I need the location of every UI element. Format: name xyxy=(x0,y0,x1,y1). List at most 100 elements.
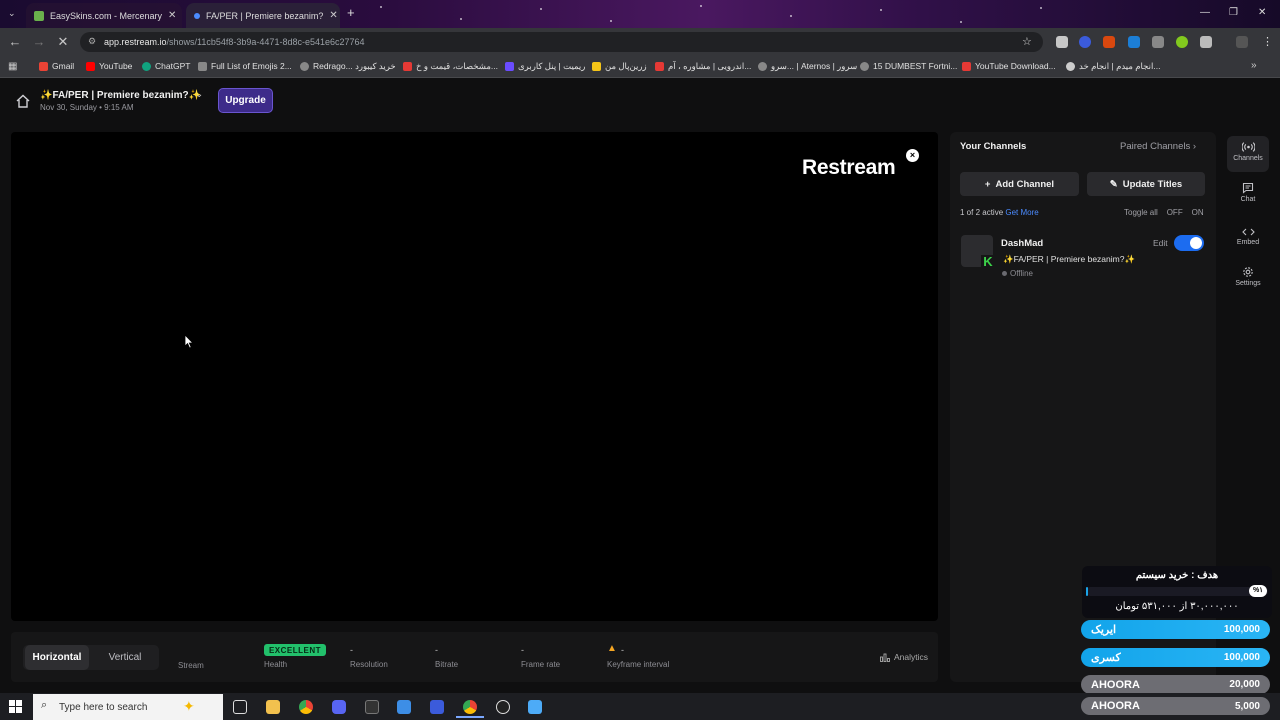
app-icon[interactable] xyxy=(430,700,444,714)
code-icon xyxy=(1241,228,1255,236)
bookmark-zarinpal[interactable]: زرین‌پال من xyxy=(592,61,647,72)
profile-icon[interactable] xyxy=(1236,36,1248,48)
donor-row: AHOORA 20,000 xyxy=(1081,675,1270,694)
stat-bitrate-value: - xyxy=(435,645,438,655)
add-channel-button[interactable]: + Add Channel xyxy=(960,172,1079,196)
extension-icon[interactable] xyxy=(1056,36,1068,48)
sidenav-item-channels[interactable]: Channels xyxy=(1224,141,1272,162)
tab-close-icon[interactable]: ✕ xyxy=(329,10,337,21)
site-info-icon[interactable]: ⚙ xyxy=(88,36,96,47)
bookmark-star-icon[interactable]: ☆ xyxy=(1022,35,1032,48)
donation-amount: ۳۰,۰۰۰,۰۰۰ از ۵۳۱,۰۰۰ تومان xyxy=(1115,601,1239,612)
channel-stream-title: ✨FA/PER | Premiere bezanim?✨ xyxy=(1003,254,1136,264)
horizontal-button[interactable]: Horizontal xyxy=(25,645,89,670)
tab-title: FA/PER | Premiere bezanim? xyxy=(206,10,324,21)
bookmark-android[interactable]: اندرویی | مشاوره ، آم... xyxy=(655,61,751,72)
bookmark-youtube[interactable]: YouTube xyxy=(86,61,132,71)
close-logo-button[interactable]: × xyxy=(906,149,919,162)
donation-progress-bar xyxy=(1086,587,1268,596)
chrome-active-icon[interactable] xyxy=(463,700,477,714)
channel-status-text: Offline xyxy=(1010,269,1033,278)
extensions-puzzle-icon[interactable] xyxy=(1200,36,1212,48)
bookmark-aternos[interactable]: سرو... | Aternos | سرور xyxy=(758,61,857,72)
extension-icon[interactable] xyxy=(1103,36,1115,48)
warning-icon: ▲ xyxy=(607,643,617,654)
close-window-button[interactable]: ✕ xyxy=(1258,7,1266,18)
paired-channels-link[interactable]: Paired Channels › xyxy=(1120,141,1196,152)
bookmark-fortnite[interactable]: 15 DUMBEST Fortni... xyxy=(860,61,957,71)
youtube-icon xyxy=(86,61,95,71)
sidenav-item-embed[interactable]: Embed xyxy=(1224,227,1272,246)
bookmark-gmail[interactable]: Gmail xyxy=(39,61,74,71)
tab-search-chevron-icon[interactable]: ⌄ xyxy=(8,8,16,19)
new-tab-button[interactable]: + xyxy=(347,5,355,20)
bookmark-remit[interactable]: ریمیت | پنل کاربری xyxy=(505,61,585,72)
extension-icon[interactable] xyxy=(1152,36,1164,48)
home-icon[interactable] xyxy=(15,93,31,109)
stat-keyframe-value: - xyxy=(621,645,624,655)
tab-close-icon[interactable]: ✕ xyxy=(168,10,176,21)
maximize-button[interactable]: ❐ xyxy=(1229,7,1238,18)
stat-framerate-value: - xyxy=(521,645,524,655)
tab-restream[interactable]: FA/PER | Premiere bezanim? ✕ xyxy=(186,3,340,28)
donation-goal-title: هدف : خرید سیستم xyxy=(1135,570,1219,581)
channel-toggle[interactable] xyxy=(1174,235,1204,251)
task-view-icon[interactable] xyxy=(233,700,247,714)
zarinpal-icon xyxy=(592,62,601,71)
bookmark-emojis[interactable]: Full List of Emojis 2... xyxy=(198,61,292,71)
sidenav-label: Embed xyxy=(1236,239,1260,246)
donor-name: ایریک xyxy=(1091,624,1117,636)
sidenav-item-settings[interactable]: Settings xyxy=(1224,266,1272,287)
file-explorer-icon[interactable] xyxy=(266,700,280,714)
apps-grid-icon[interactable]: ▦ xyxy=(8,61,17,72)
vertical-button[interactable]: Vertical xyxy=(92,645,158,670)
chevron-down-icon[interactable]: ⌄ xyxy=(195,89,203,100)
toggle-all-off[interactable]: OFF xyxy=(1167,208,1183,217)
windows-start-icon[interactable] xyxy=(9,700,22,713)
minimize-button[interactable]: — xyxy=(1200,7,1210,18)
obs-icon[interactable] xyxy=(496,700,510,714)
notepad-icon[interactable] xyxy=(528,700,542,714)
donor-name: AHOORA xyxy=(1091,700,1140,712)
taskbar-search-input[interactable]: ⌕ Type here to search ✦ xyxy=(33,694,223,720)
discord-icon[interactable] xyxy=(332,700,346,714)
chrome-icon[interactable] xyxy=(299,700,313,714)
status-dot-icon xyxy=(1002,271,1007,276)
show-title[interactable]: ✨FA/PER | Premiere bezanim?✨ xyxy=(40,90,201,101)
toggle-all-control: Toggle all OFF ON xyxy=(1124,208,1204,217)
stat-health-label: Health xyxy=(264,660,288,669)
chat-icon xyxy=(1242,182,1254,194)
edit-channel-link[interactable]: Edit xyxy=(1153,238,1168,248)
tab-easyskins[interactable]: EasySkins.com - Mercenary ✕ xyxy=(26,3,182,28)
address-bar[interactable]: ⚙ app.restream.io/shows/11cb54f8-3b9a-44… xyxy=(80,32,1043,52)
active-count: 1 of 2 active Get More xyxy=(960,208,1039,217)
vscode-icon[interactable] xyxy=(397,700,411,714)
sidenav-item-chat[interactable]: Chat xyxy=(1224,182,1272,203)
cmd-icon[interactable] xyxy=(365,700,379,714)
update-titles-button[interactable]: ✎ Update Titles xyxy=(1087,172,1205,196)
upgrade-button[interactable]: Upgrade xyxy=(218,88,273,113)
bookmark-chatgpt[interactable]: ChatGPT xyxy=(142,61,190,71)
stat-bitrate-label: Bitrate xyxy=(435,660,459,669)
analytics-button[interactable]: Analytics xyxy=(880,652,928,662)
bookmark-store[interactable]: مشخصات، قیمت و خ... xyxy=(403,61,498,72)
extension-icon[interactable] xyxy=(1128,36,1140,48)
globe-icon xyxy=(860,61,869,71)
extension-icon[interactable] xyxy=(1176,36,1188,48)
toggle-all-on[interactable]: ON xyxy=(1192,208,1204,217)
bookmark-youtube-download[interactable]: YouTube Download... xyxy=(962,61,1056,71)
bookmark-ponisha[interactable]: انجام میدم | انجام خد... xyxy=(1066,61,1160,72)
more-bookmarks-icon[interactable]: » xyxy=(1251,60,1257,71)
bookmark-redragon[interactable]: Redrago... خرید کیبورد xyxy=(300,61,396,72)
extension-icon[interactable] xyxy=(1079,36,1091,48)
back-arrow-icon[interactable]: ← xyxy=(7,34,23,50)
get-more-link[interactable]: Get More xyxy=(1005,208,1038,217)
stop-loading-icon[interactable]: ✕ xyxy=(55,34,71,50)
pencil-icon: ✎ xyxy=(1109,178,1118,190)
restream-logo: Restream xyxy=(802,156,896,179)
toggle-knob xyxy=(1190,237,1202,249)
forward-arrow-icon[interactable]: → xyxy=(31,34,47,50)
kick-icon: K xyxy=(981,255,995,269)
add-channel-label: Add Channel xyxy=(995,178,1055,190)
menu-kebab-icon[interactable]: ⋮ xyxy=(1262,35,1273,48)
